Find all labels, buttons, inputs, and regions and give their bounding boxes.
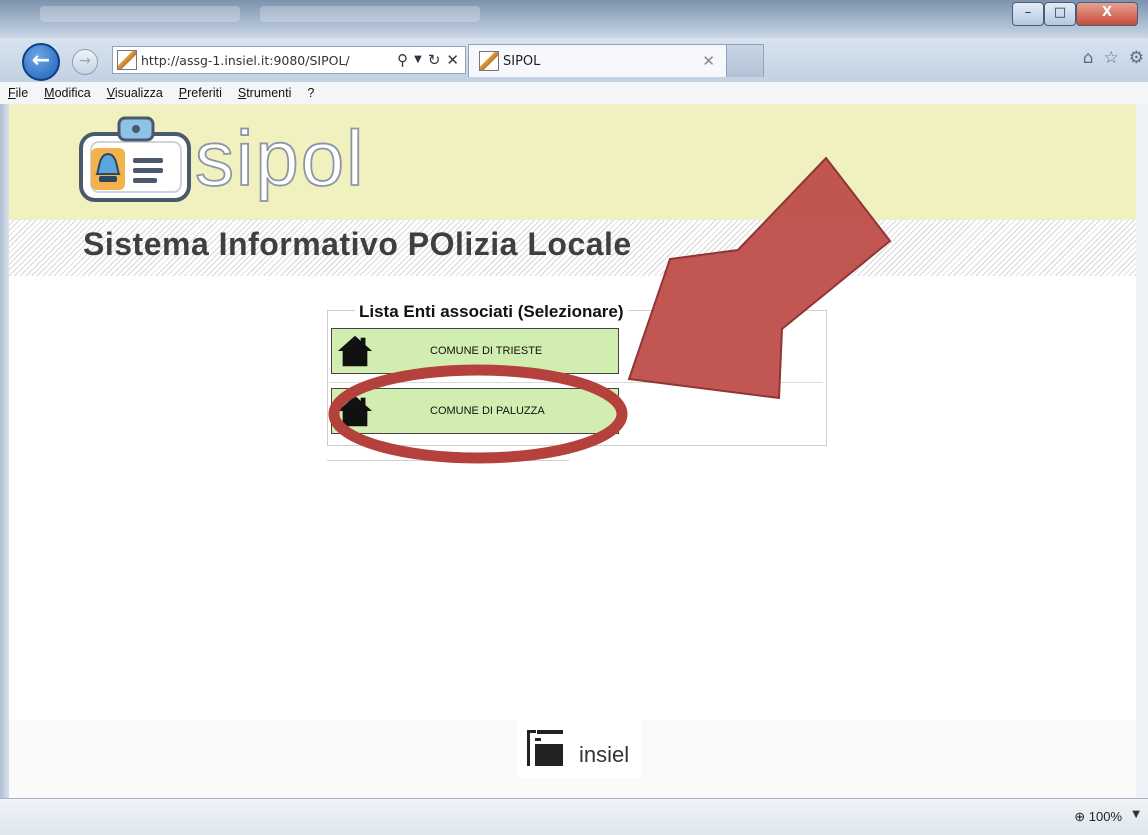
close-window-button[interactable]: X [1076,2,1138,26]
menu-strumenti[interactable]: Strumenti [238,86,292,100]
comune-label: COMUNE DI PALUZZA [430,405,545,417]
menu-modifica[interactable]: Modifica [44,86,91,100]
gear-icon[interactable]: ⚙ [1129,48,1144,68]
house-icon [337,335,373,367]
menu-preferiti[interactable]: Preferiti [179,86,222,100]
menu-help[interactable]: ? [307,86,314,100]
back-button[interactable]: ← [22,43,60,81]
list-item: COMUNE DI PALUZZA [329,384,823,440]
favorites-star-icon[interactable]: ☆ [1104,48,1119,68]
stop-icon[interactable]: ✕ [446,51,459,69]
minimize-button[interactable]: – [1012,2,1044,26]
search-icon[interactable]: ⚲ [397,51,408,69]
tab-close-icon[interactable]: ✕ [702,52,715,70]
sipol-logo-text: sipol [194,114,366,202]
forward-button[interactable]: → [72,49,98,75]
home-icon[interactable]: ⌂ [1083,48,1094,68]
new-tab-button[interactable] [726,44,764,77]
background-tab[interactable] [40,6,240,22]
zoom-icon: ⊕ [1074,809,1086,824]
maximize-button[interactable]: □ [1044,2,1076,26]
page-favicon-icon [117,50,137,70]
zoom-level[interactable]: ⊕ 100% [1074,809,1122,825]
arrow-right-icon: → [79,53,91,69]
window-titlebar: – □ X [0,0,1148,38]
insiel-brand-text: insiel [579,742,630,767]
refresh-icon[interactable]: ↻ [428,51,441,69]
zoom-value: 100% [1088,809,1122,824]
panel-title: Lista Enti associati (Selezionare) [355,302,628,322]
tab-sipol[interactable]: SIPOL ✕ [468,44,728,77]
comune-label: COMUNE DI TRIESTE [430,345,543,357]
insiel-logo: insiel [517,720,641,778]
vertical-scrollbar[interactable] [1135,104,1148,804]
list-item: COMUNE DI TRIESTE [329,326,823,383]
page-content: sipol Sistema Informativo POlizia Locale… [9,104,1136,798]
background-tab[interactable] [260,6,480,22]
window-frame-left [0,104,9,834]
dropdown-icon[interactable]: ▼ [414,51,422,69]
divider [327,460,569,461]
url-text[interactable]: http://assg-1.insiel.it:9080/SIPOL/ [141,53,350,68]
sipol-header: sipol [9,104,1136,220]
arrow-left-icon: ← [31,48,51,73]
page-subtitle: Sistema Informativo POlizia Locale [83,226,632,262]
menu-file[interactable]: File [8,86,28,100]
address-bar[interactable]: http://assg-1.insiel.it:9080/SIPOL/ ⚲ ▼ … [112,46,466,74]
address-actions: ⚲ ▼ ↻ ✕ [397,51,465,69]
comune-trieste-button[interactable]: COMUNE DI TRIESTE [331,328,619,374]
status-bar: ⊕ 100% ▼ [0,798,1148,835]
house-icon [337,395,373,427]
insiel-logo-icon [527,730,563,766]
browser-toolbar-right: ⌂ ☆ ⚙ [1083,48,1144,68]
menu-bar: File Modifica Visualizza Preferiti Strum… [0,82,1148,105]
tab-title: SIPOL [503,53,541,69]
comune-paluzza-button[interactable]: COMUNE DI PALUZZA [331,388,619,434]
tab-favicon-icon [479,51,499,71]
page-footer: insiel [9,720,1136,798]
zoom-dropdown-icon[interactable]: ▼ [1132,809,1140,820]
menu-visualizza[interactable]: Visualizza [107,86,163,100]
id-badge-logo-icon [79,116,191,202]
browser-navbar: ← → http://assg-1.insiel.it:9080/SIPOL/ … [0,38,1148,82]
